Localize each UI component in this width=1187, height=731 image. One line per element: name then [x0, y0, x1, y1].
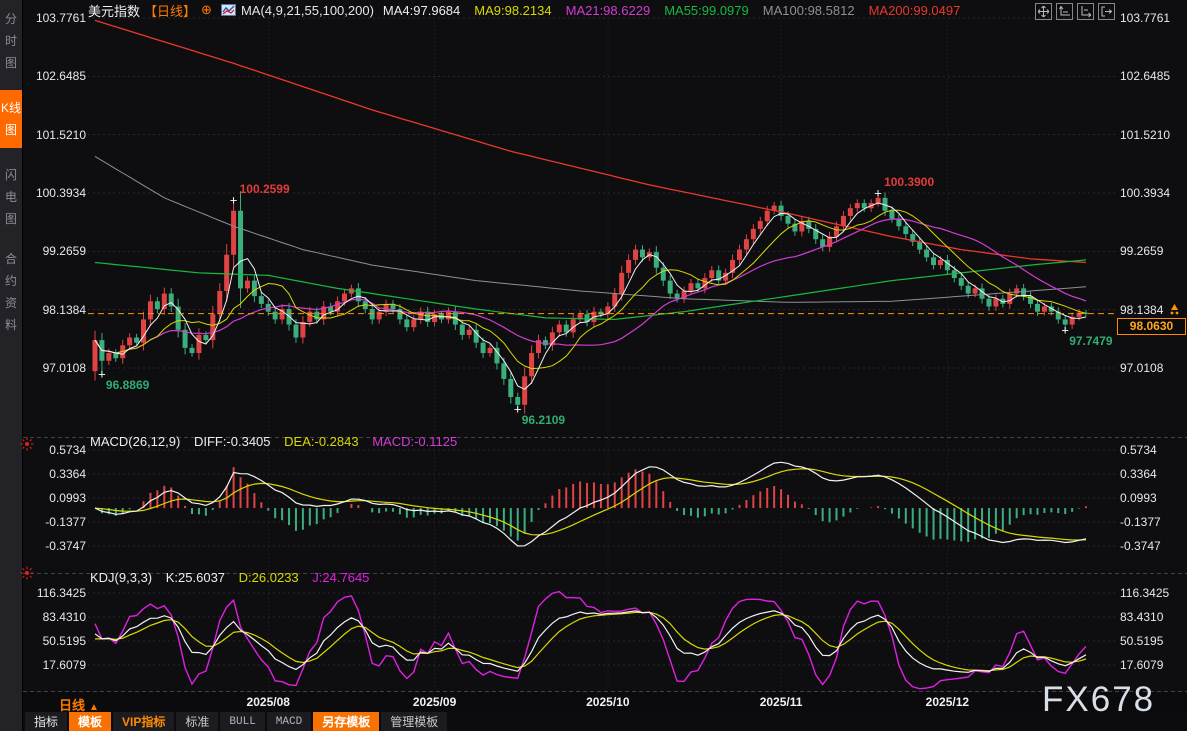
x-axis-label: 2025/09: [412, 695, 457, 709]
chart-application-window: 分时图 K线图闪电图合约资料 美元指数 【日线】 ⊕ MA(4,9,21,55,1…: [0, 0, 1187, 731]
y-axis-label-left-kdj: 50.5195: [42, 634, 86, 648]
kdj-params-label: KDJ(9,3,3): [90, 570, 153, 585]
y-axis-label-left-main: 101.5210: [35, 127, 86, 142]
macd-diff-value: DIFF:-0.3405: [193, 434, 271, 449]
y-axis-label-right-kdj: 116.3425: [1120, 586, 1170, 600]
y-axis-label-right-macd: -0.1377: [1120, 515, 1161, 529]
y-axis-scale-icon[interactable]: [1056, 3, 1073, 20]
y-axis-label-left-main: 102.6485: [35, 69, 86, 84]
kdj-indicator-alert-icon[interactable]: [20, 566, 34, 585]
chart-toolbar: [1035, 3, 1115, 20]
sidebar-tab-item[interactable]: 分时图: [0, 6, 22, 76]
y-axis-label-right-main: 102.6485: [1120, 69, 1171, 84]
y-axis-label-right-macd: 0.3364: [1120, 467, 1157, 481]
footer-tab[interactable]: MACD: [266, 712, 312, 731]
footer-tab[interactable]: BULL: [220, 712, 265, 731]
price-annotation-low: 97.7479: [1069, 333, 1113, 348]
extremum-marker: +: [513, 401, 522, 417]
y-axis-label-left-macd: 0.3364: [49, 467, 86, 481]
x-axis-row: 日线 ▲ 2025/08 2025/09 2025/10 2025/11 2025/12: [23, 692, 1187, 713]
crosshair-tool-icon[interactable]: [1035, 3, 1052, 20]
y-axis-label-left-main: 97.0108: [42, 360, 86, 375]
sidebar-tab-item[interactable]: 闪电图: [0, 162, 22, 232]
footer-tab[interactable]: 另存模板: [313, 712, 380, 731]
extremum-marker: +: [874, 185, 882, 201]
macd-dea-value: DEA:-0.2843: [284, 434, 359, 449]
kdj-header: KDJ(9,3,3) K:25.6037 D:26.0233 J:24.7645: [90, 570, 379, 585]
y-axis-label-right-main: 97.0108: [1120, 360, 1164, 375]
price-annotation-high: 100.2599: [239, 181, 290, 196]
symbol-title: 美元指数: [88, 3, 141, 19]
y-axis-label-right-kdj: 17.6079: [1120, 658, 1164, 672]
export-chart-icon[interactable]: [1098, 3, 1115, 20]
macd-header: MACD(26,12,9) DIFF:-0.3405 DEA:-0.2843 M…: [90, 434, 467, 449]
price-chart-canvas[interactable]: [0, 0, 1187, 731]
y-axis-label-left-macd: -0.3747: [45, 539, 86, 553]
watermark-logo: FX678: [1042, 680, 1156, 719]
y-axis-label-left-main: 103.7761: [35, 11, 86, 25]
price-annotation-high: 100.3900: [884, 175, 935, 190]
indicator-tabbar: 指标 模板 VIP指标 标准 BULL MACD 另存模板 管理模板: [23, 712, 1187, 731]
x-axis-label: 2025/10: [586, 695, 630, 709]
y-axis-label-right-macd: -0.3747: [1120, 539, 1161, 553]
add-indicator-icon[interactable]: ⊕: [201, 2, 212, 18]
y-axis-label-right-kdj: 83.4310: [1120, 610, 1164, 624]
y-axis-label-left-kdj: 116.3425: [36, 586, 86, 600]
price-annotation-low: 96.8869: [105, 378, 150, 393]
macd-indicator-alert-icon[interactable]: [20, 437, 34, 456]
kdj-d-value: D:26.0233: [238, 570, 299, 585]
footer-tab[interactable]: VIP指标: [113, 712, 175, 731]
y-axis-label-left-main: 99.2659: [42, 244, 86, 259]
y-axis-label-right-macd: 0.5734: [1120, 443, 1157, 457]
period-tag[interactable]: 【日线】: [144, 1, 196, 20]
x-axis-scale-icon[interactable]: [1077, 3, 1094, 20]
y-axis-label-left-kdj: 83.4310: [42, 610, 86, 624]
chart-header: 美元指数 【日线】 ⊕ MA(4,9,21,55,100,200) MA4:97…: [88, 1, 960, 19]
last-price-box[interactable]: 98.0630: [1117, 317, 1186, 335]
y-axis-label-right-main: 99.2659: [1120, 244, 1164, 259]
y-axis-label-right-main: 100.3934: [1120, 186, 1171, 200]
chart-type-sidebar: 分时图 K线图闪电图合约资料: [0, 0, 23, 731]
extremum-marker: +: [98, 366, 106, 382]
ma-value-label: MA55:99.0979: [664, 2, 749, 18]
x-axis-label: 2025/08: [246, 695, 290, 709]
ma-value-label: MA4:97.9684: [382, 2, 461, 18]
macd-macd-value: MACD:-0.1125: [372, 434, 458, 449]
extremum-marker: +: [1061, 322, 1069, 338]
sidebar-tab-item[interactable]: 合约资料: [0, 246, 22, 338]
ma-params-label: MA(4,9,21,55,100,200): [240, 2, 374, 18]
footer-tab[interactable]: 标准: [176, 712, 219, 731]
y-axis-label-left-main: 98.1384: [42, 302, 86, 317]
ma-values-group: MA4:97.9684 MA9:98.2134 MA21:98.6229 MA55:9…: [383, 3, 960, 18]
y-axis-label-right-main: 103.7761: [1120, 11, 1171, 25]
y-axis-label-right-macd: 0.0993: [1120, 491, 1157, 505]
chart-style-icon[interactable]: [220, 4, 236, 16]
y-axis-label-right-main: 101.5210: [1120, 127, 1171, 142]
y-axis-label-left-kdj: 17.6079: [42, 658, 86, 672]
ma-value-label: MA200:99.0497: [868, 2, 961, 18]
ma-value-label: MA21:98.6229: [565, 2, 651, 18]
footer-tab[interactable]: 指标: [25, 712, 68, 731]
extremum-marker: +: [229, 192, 238, 208]
y-axis-label-left-macd: 0.0993: [49, 491, 86, 505]
macd-params-label: MACD(26,12,9): [90, 434, 181, 449]
footer-tab[interactable]: 管理模板: [381, 712, 448, 731]
kdj-j-value: J:24.7645: [312, 570, 370, 585]
y-axis-label-right-kdj: 50.5195: [1120, 634, 1164, 648]
sidebar-tab-active[interactable]: K线图: [0, 90, 22, 148]
y-axis-label-left-macd: -0.1377: [45, 515, 86, 529]
period-label: 日线: [59, 698, 86, 713]
ma-value-label: MA9:98.2134: [474, 2, 552, 18]
x-axis-label: 2025/11: [759, 695, 803, 709]
ma-value-label: MA100:98.5812: [762, 2, 855, 18]
x-axis-label: 2025/12: [925, 695, 970, 709]
y-axis-label-left-main: 100.3934: [35, 186, 86, 200]
footer-tab[interactable]: 模板: [69, 712, 112, 731]
kdj-k-value: K:25.6037: [165, 570, 226, 585]
price-annotation-low: 96.2109: [521, 413, 566, 428]
